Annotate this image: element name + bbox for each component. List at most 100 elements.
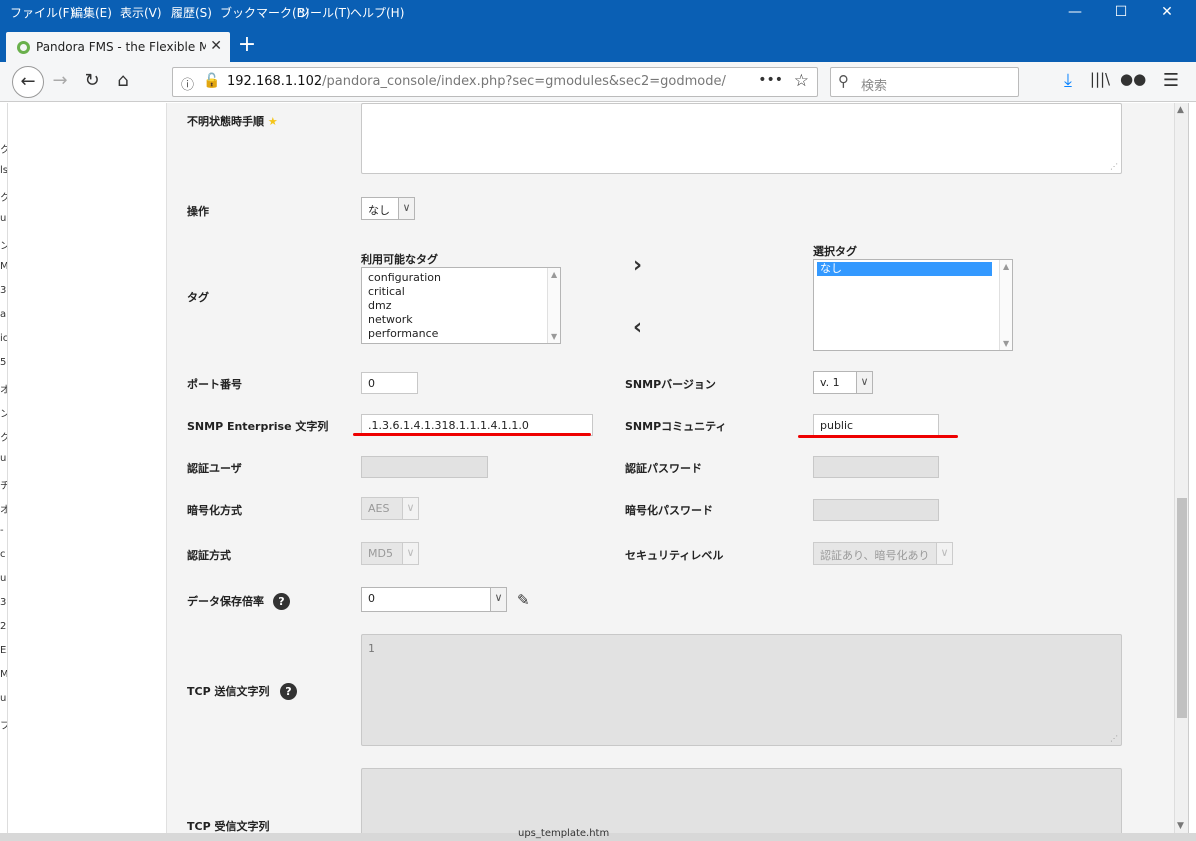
minimize-button[interactable]: — (1060, 4, 1090, 20)
background-text-fragment: u (0, 213, 7, 224)
snmp-enterprise-label: SNMP Enterprise 文字列 (187, 420, 329, 433)
page-scrollbar[interactable]: ▲ ▼ (1174, 103, 1188, 833)
background-text-fragment: ar (0, 309, 7, 320)
background-text-fragment: ク (0, 189, 7, 204)
background-text-fragment: ls (0, 165, 8, 176)
info-icon[interactable]: ⓘ (181, 74, 194, 93)
reload-button[interactable]: ↻ (80, 70, 104, 91)
bookmark-star-icon[interactable]: ☆ (794, 71, 809, 91)
chevron-down-icon: ∨ (402, 543, 418, 564)
pencil-edit-icon[interactable]: ✎ (517, 591, 530, 609)
encryption-method-select[interactable]: AES ∨ (361, 497, 419, 520)
menu-file[interactable]: ファイル(F) (10, 4, 74, 21)
action-select[interactable]: なし ∨ (361, 197, 415, 220)
auth-password-input[interactable] (813, 456, 939, 478)
chevron-down-icon: ∨ (402, 498, 418, 519)
tcp-send-value: 1 (368, 642, 375, 655)
url-bar[interactable]: ⓘ 🔓 192.168.1.102/pandora_console/index.… (172, 67, 818, 97)
close-window-button[interactable]: ✕ (1152, 4, 1182, 20)
menu-history[interactable]: 履歴(S) (171, 4, 212, 21)
remove-tag-chevron-left-icon[interactable]: ‹ (633, 315, 642, 340)
search-bar[interactable]: ⚲ 検索 (830, 67, 1019, 97)
extension-icon[interactable]: ●● (1120, 70, 1146, 88)
security-level-select[interactable]: 認証あり、暗号化あり ∨ (813, 542, 953, 565)
snmp-community-input[interactable]: public (813, 414, 939, 436)
snmp-community-label: SNMPコミュニティ (625, 420, 727, 433)
forward-button[interactable]: → (48, 70, 72, 91)
nav-bar: ← → ↻ ⌂ ⓘ 🔓 192.168.1.102/pandora_consol… (0, 62, 1196, 102)
hamburger-menu-icon[interactable]: ☰ (1159, 70, 1183, 91)
scroll-down-icon[interactable]: ▼ (1177, 821, 1184, 831)
menu-view[interactable]: 表示(V) (120, 4, 162, 21)
tags-label: タグ (187, 291, 209, 304)
add-tag-chevron-right-icon[interactable]: › (633, 253, 642, 278)
data-retention-select[interactable]: 0 ∨ (361, 587, 507, 612)
taskbar-peek: ups_template.htm (0, 828, 1196, 841)
scroll-thumb[interactable] (1177, 498, 1187, 718)
chevron-down-icon: ∨ (936, 543, 952, 564)
tab-close-icon[interactable]: ✕ (210, 38, 222, 54)
security-level-value: 認証あり、暗号化あり (820, 549, 930, 562)
menu-help[interactable]: ヘルプ(H) (350, 4, 404, 21)
menu-tools[interactable]: ツール(T) (298, 4, 351, 21)
insecure-lock-icon[interactable]: 🔓 (203, 73, 220, 89)
action-label: 操作 (187, 205, 209, 218)
selected-tags-list[interactable]: なし ▲ ▼ (813, 259, 1013, 351)
library-icon[interactable]: |||\ (1088, 70, 1112, 88)
snmp-version-select[interactable]: v. 1 ∨ (813, 371, 873, 394)
back-button[interactable]: ← (12, 66, 44, 98)
background-text-fragment: チ (0, 477, 7, 492)
tag-option[interactable]: dmz (362, 299, 560, 313)
tag-option[interactable]: network (362, 313, 560, 327)
tcp-receive-textarea[interactable] (361, 768, 1122, 841)
tag-option[interactable]: configuration (362, 271, 560, 285)
maximize-button[interactable]: ☐ (1106, 4, 1136, 20)
search-placeholder: 検索 (861, 79, 888, 94)
downloads-icon[interactable]: ⤓ (1056, 70, 1080, 91)
background-window-strip-right (1188, 103, 1196, 841)
help-icon[interactable]: ? (280, 683, 297, 700)
chevron-down-icon: ∨ (856, 372, 872, 393)
encryption-password-label: 暗号化パスワード (625, 504, 713, 517)
background-text-fragment: u (0, 693, 7, 704)
menu-edit[interactable]: 編集(E) (71, 4, 112, 21)
background-text-fragment: 3 (0, 285, 7, 296)
tab-pandora[interactable]: Pandora FMS - the Flexible Mo ✕ (6, 32, 230, 62)
tag-option[interactable]: performance (362, 327, 560, 341)
tab-strip: Pandora FMS - the Flexible Mo ✕ + (0, 30, 1196, 62)
taskbar-file-label: ups_template.htm (518, 828, 610, 839)
selected-tag-option[interactable]: なし (817, 262, 992, 276)
list-scrollbar[interactable]: ▲ ▼ (999, 260, 1012, 350)
annotation-underline (798, 435, 958, 438)
resize-grip-icon[interactable]: ⋰ (1110, 162, 1118, 171)
encryption-password-input[interactable] (813, 499, 939, 521)
auth-user-input[interactable] (361, 456, 488, 478)
page-actions-button[interactable]: ••• (758, 72, 783, 88)
tcp-send-textarea[interactable]: 1 ⋰ (361, 634, 1122, 746)
home-button[interactable]: ⌂ (111, 70, 135, 91)
unknown-instructions-textarea[interactable]: ⋰ (361, 103, 1122, 174)
background-text-fragment: 5 (0, 357, 7, 368)
background-text-fragment: M (0, 261, 8, 272)
help-icon[interactable]: ? (273, 593, 290, 610)
port-input[interactable]: 0 (361, 372, 418, 394)
auth-password-label: 認証パスワード (625, 462, 702, 475)
data-retention-value: 0 (368, 592, 375, 605)
tab-title: Pandora FMS - the Flexible Mo (36, 40, 206, 54)
tcp-receive-label: TCP 受信文字列 (187, 820, 270, 833)
auth-method-select[interactable]: MD5 ∨ (361, 542, 419, 565)
scroll-up-icon[interactable]: ▲ (1177, 105, 1184, 115)
tag-option[interactable]: critical (362, 285, 560, 299)
list-scrollbar[interactable]: ▲ ▼ (547, 268, 560, 343)
chevron-down-icon: ∨ (398, 198, 414, 219)
resize-grip-icon[interactable]: ⋰ (1110, 734, 1118, 743)
sidebar (8, 103, 167, 841)
new-tab-button[interactable]: + (236, 32, 258, 57)
background-text-fragment: 2) (0, 621, 7, 632)
search-icon: ⚲ (838, 72, 849, 90)
available-tags-list[interactable]: configuration critical dmz network perfo… (361, 267, 561, 344)
browser-window: ファイル(F) 編集(E) 表示(V) 履歴(S) ブックマーク(B) ツール(… (0, 0, 1196, 841)
menu-bookmarks[interactable]: ブックマーク(B) (220, 4, 310, 21)
snmp-version-label: SNMPバージョン (625, 378, 716, 391)
url-text[interactable]: 192.168.1.102/pandora_console/index.php?… (227, 74, 727, 89)
